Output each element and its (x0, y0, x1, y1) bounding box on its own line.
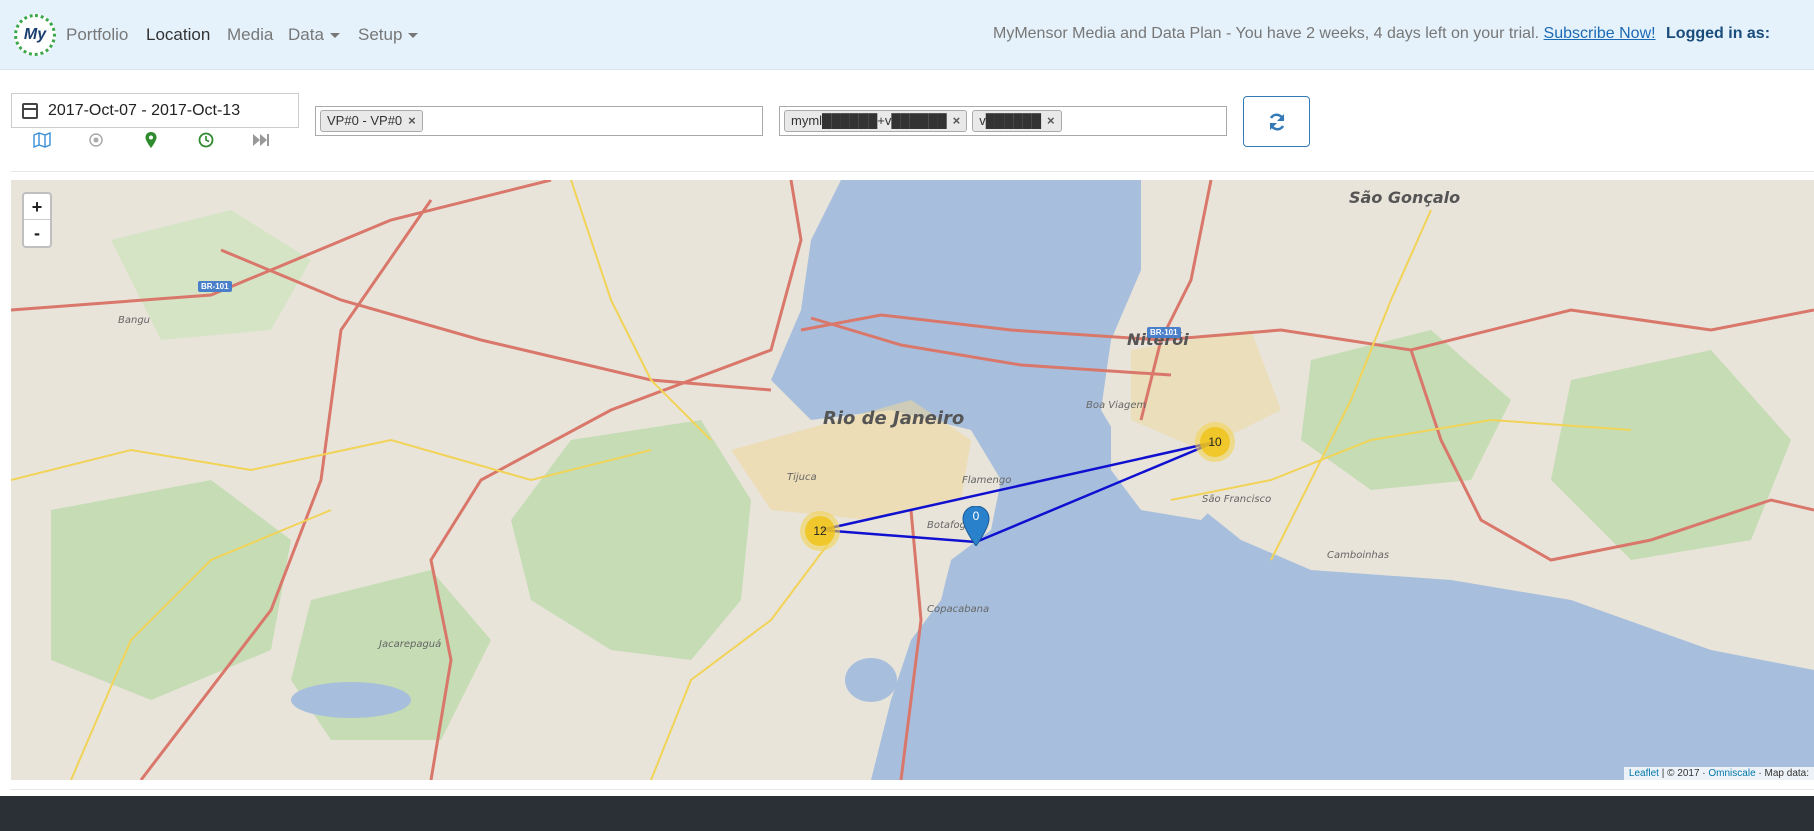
zoom-in-button[interactable]: + (24, 194, 50, 220)
label-camboinhas: Camboinhas (1327, 550, 1390, 561)
subscribe-link[interactable]: Subscribe Now! (1544, 25, 1656, 42)
attribution-mapdata: · Map data: (1755, 768, 1809, 779)
viewpoint-tag-label: VP#0 - VP#0 (327, 113, 403, 128)
leaflet-link[interactable]: Leaflet (1629, 768, 1659, 779)
map-marker[interactable]: 0 (962, 506, 990, 546)
map-view[interactable]: Rio de Janeiro Niterói São Gonçalo Flame… (11, 180, 1814, 780)
nav-setup-dropdown[interactable]: Setup (358, 25, 419, 45)
pin-icon[interactable] (141, 130, 161, 150)
viewpoint-filter[interactable]: VP#0 - VP#0 × (315, 106, 763, 136)
label-copacabana: Copacabana (927, 604, 990, 615)
user-tag-label: v██████ (979, 113, 1042, 128)
chevron-down-icon (408, 33, 419, 39)
omniscale-link[interactable]: Omniscale (1708, 768, 1755, 779)
date-range-picker[interactable]: 2017-Oct-07 - 2017-Oct-13 (11, 93, 299, 128)
nav-data-dropdown[interactable]: Data (288, 25, 340, 45)
remove-tag-icon[interactable]: × (953, 113, 961, 128)
trial-message: MyMensor Media and Data Plan - You have … (993, 25, 1540, 42)
nav-portfolio[interactable]: Portfolio (66, 25, 128, 45)
map-icon[interactable] (32, 130, 52, 150)
attribution-copy: | © 2017 · (1658, 768, 1709, 779)
label-rio: Rio de Janeiro (823, 408, 965, 429)
marker-label: 0 (972, 509, 980, 523)
map-cluster[interactable]: 10 (1195, 422, 1235, 462)
calendar-icon (22, 102, 38, 119)
label-jacarepagua: Jacarepaguá (379, 639, 442, 650)
viewpoint-tag[interactable]: VP#0 - VP#0 × (320, 110, 423, 132)
label-sao-goncalo: São Gonçalo (1349, 188, 1461, 207)
map-attribution: Leaflet | © 2017 · Omniscale · Map data: (1623, 767, 1814, 780)
map-cluster[interactable]: 12 (800, 511, 840, 551)
label-boa-viagem: Boa Viagem (1086, 400, 1147, 411)
divider (11, 171, 1814, 172)
nav-location[interactable]: Location (146, 25, 210, 45)
chevron-down-icon (329, 33, 340, 39)
date-range-value: 2017-Oct-07 - 2017-Oct-13 (48, 101, 241, 119)
refresh-icon (1269, 113, 1284, 130)
navbar: My Portfolio Location Media Data Setup M… (0, 0, 1814, 70)
label-sao-francisco: São Francisco (1202, 494, 1272, 505)
label-tijuca: Tijuca (787, 472, 817, 483)
clock-icon[interactable] (196, 130, 216, 150)
remove-tag-icon[interactable]: × (1047, 113, 1055, 128)
target-icon[interactable] (86, 130, 106, 150)
nav-data-label: Data (288, 25, 324, 44)
trial-notice: MyMensor Media and Data Plan - You have … (993, 25, 1770, 43)
footer (0, 796, 1814, 831)
cluster-count: 10 (1200, 427, 1230, 457)
mymensor-logo[interactable]: My (14, 14, 56, 56)
remove-tag-icon[interactable]: × (408, 113, 416, 128)
cluster-count: 12 (805, 516, 835, 546)
label-flamengo: Flamengo (962, 475, 1012, 486)
label-bangu: Bangu (118, 315, 151, 326)
zoom-out-button[interactable]: - (24, 220, 50, 246)
refresh-button[interactable] (1243, 96, 1310, 147)
user-tag-label: myml██████+v██████ (791, 113, 947, 128)
nav-media[interactable]: Media (227, 25, 273, 45)
road-shield: BR-101 (1147, 327, 1181, 338)
fast-forward-icon[interactable] (251, 130, 271, 150)
divider (11, 789, 1814, 790)
user-tag[interactable]: myml██████+v██████ × (784, 110, 968, 132)
logged-in-label: Logged in as: (1666, 25, 1771, 42)
user-filter[interactable]: myml██████+v██████ × v██████ × (779, 106, 1227, 136)
user-tag[interactable]: v██████ × (972, 110, 1062, 132)
view-mode-toolbar (30, 130, 290, 150)
logo-text: My (23, 26, 47, 43)
map-tiles (11, 180, 1814, 780)
nav-setup-label: Setup (358, 25, 403, 44)
zoom-control: + - (22, 192, 52, 248)
road-shield: BR-101 (198, 281, 232, 292)
